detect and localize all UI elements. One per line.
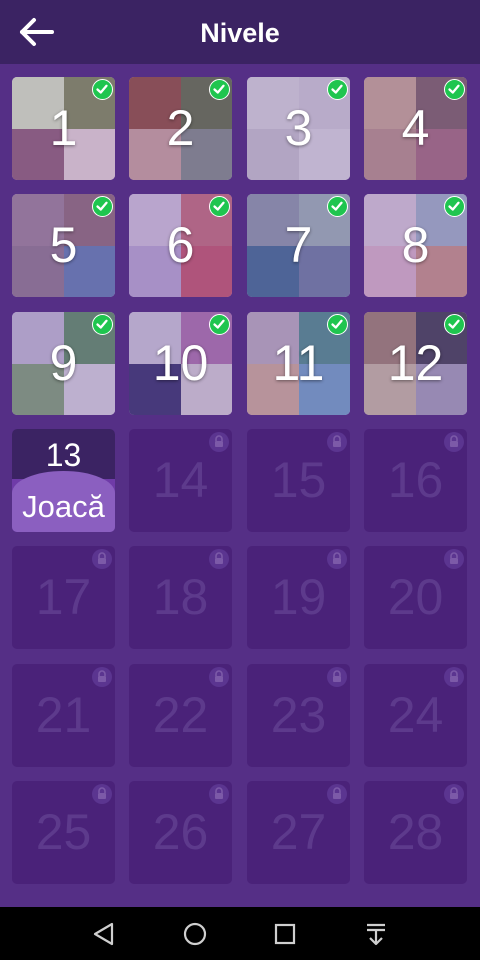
lock-icon (209, 432, 229, 452)
level-tile-21[interactable]: 21 (12, 664, 115, 767)
checkmark-icon (209, 196, 230, 217)
level-tile-13[interactable]: 13 Joacă (12, 429, 115, 532)
lock-icon (209, 667, 229, 687)
level-tile-3[interactable]: 3 (247, 77, 350, 180)
nav-notifications-button[interactable] (358, 917, 394, 951)
level-tile-5[interactable]: 5 (12, 194, 115, 297)
level-tile-18[interactable]: 18 (129, 546, 232, 649)
lock-icon (444, 549, 464, 569)
lock-icon (92, 784, 112, 804)
checkmark-icon (209, 314, 230, 335)
notification-drawer-icon (367, 923, 385, 946)
nav-back-button[interactable] (86, 917, 122, 951)
checkmark-icon (327, 79, 348, 100)
checkmark-icon (444, 314, 465, 335)
header-bar: Nivele (0, 0, 480, 64)
home-circle-icon (183, 922, 207, 946)
level-tile-12[interactable]: 12 (364, 312, 467, 415)
play-button-label[interactable]: Joacă (12, 489, 115, 525)
checkmark-icon (92, 314, 113, 335)
level-tile-22[interactable]: 22 (129, 664, 232, 767)
lock-icon (92, 667, 112, 687)
level-tile-6[interactable]: 6 (129, 194, 232, 297)
system-navigation-bar (0, 907, 480, 960)
lock-icon (444, 432, 464, 452)
level-tile-14[interactable]: 14 (129, 429, 232, 532)
level-tile-26[interactable]: 26 (129, 781, 232, 884)
level-tile-25[interactable]: 25 (12, 781, 115, 884)
checkmark-icon (444, 196, 465, 217)
checkmark-icon (92, 79, 113, 100)
level-tile-4[interactable]: 4 (364, 77, 467, 180)
checkmark-icon (444, 79, 465, 100)
nav-home-button[interactable] (177, 917, 213, 951)
checkmark-icon (327, 314, 348, 335)
level-tile-8[interactable]: 8 (364, 194, 467, 297)
lock-icon (327, 784, 347, 804)
level-tile-10[interactable]: 10 (129, 312, 232, 415)
level-tile-19[interactable]: 19 (247, 546, 350, 649)
page-title: Nivele (200, 18, 280, 48)
back-triangle-icon (93, 922, 114, 946)
level-tile-27[interactable]: 27 (247, 781, 350, 884)
level-tile-15[interactable]: 15 (247, 429, 350, 532)
recents-square-icon (274, 923, 296, 945)
level-tile-7[interactable]: 7 (247, 194, 350, 297)
lock-icon (444, 784, 464, 804)
checkmark-icon (92, 196, 113, 217)
lock-icon (209, 784, 229, 804)
lock-icon (327, 432, 347, 452)
level-tile-16[interactable]: 16 (364, 429, 467, 532)
level-tile-28[interactable]: 28 (364, 781, 467, 884)
lock-icon (327, 667, 347, 687)
lock-icon (209, 549, 229, 569)
lock-icon (444, 667, 464, 687)
lock-icon (92, 549, 112, 569)
level-tile-1[interactable]: 1 (12, 77, 115, 180)
level-tile-9[interactable]: 9 (12, 312, 115, 415)
level-tile-2[interactable]: 2 (129, 77, 232, 180)
level-tile-11[interactable]: 11 (247, 312, 350, 415)
lock-icon (327, 549, 347, 569)
checkmark-icon (327, 196, 348, 217)
nav-recents-button[interactable] (267, 917, 303, 951)
level-tile-20[interactable]: 20 (364, 546, 467, 649)
level-tile-23[interactable]: 23 (247, 664, 350, 767)
level-tile-17[interactable]: 17 (12, 546, 115, 649)
level-tile-24[interactable]: 24 (364, 664, 467, 767)
checkmark-icon (209, 79, 230, 100)
